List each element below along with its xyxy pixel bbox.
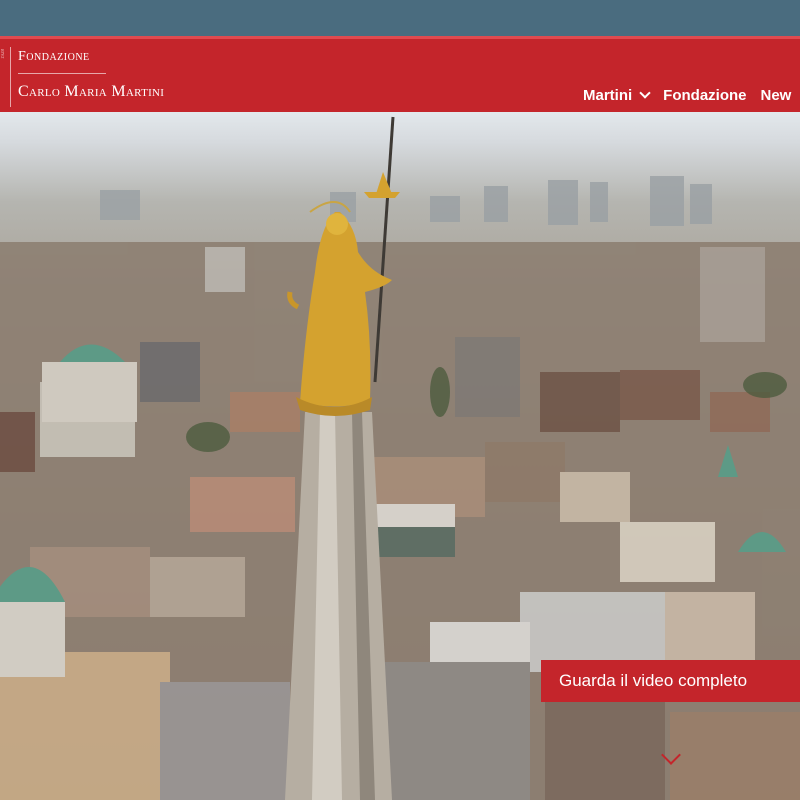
nav-item-news[interactable]: New xyxy=(761,87,792,104)
main-nav: Martini Fondazione New xyxy=(583,84,800,106)
nav-item-fondazione[interactable]: Fondazione xyxy=(663,87,746,104)
top-bar xyxy=(0,0,800,36)
chevron-down-icon xyxy=(639,87,651,99)
logo-divider xyxy=(18,73,106,74)
site-header: 1928 Fondazione Carlo Maria Martini Mart… xyxy=(0,36,800,112)
nav-item-label: Fondazione xyxy=(663,86,747,104)
seal-icon: 1928 xyxy=(0,47,11,107)
nav-item-label: New xyxy=(760,86,792,104)
nav-item-martini[interactable]: Martini xyxy=(583,86,651,104)
hero-image: Guarda il video completo xyxy=(0,112,800,800)
nav-item-label: Martini xyxy=(583,86,633,104)
watch-full-video-button[interactable]: Guarda il video completo xyxy=(541,660,800,702)
logo-line-1[interactable]: Fondazione xyxy=(18,49,90,65)
logo-line-2[interactable]: Carlo Maria Martini xyxy=(18,83,164,101)
